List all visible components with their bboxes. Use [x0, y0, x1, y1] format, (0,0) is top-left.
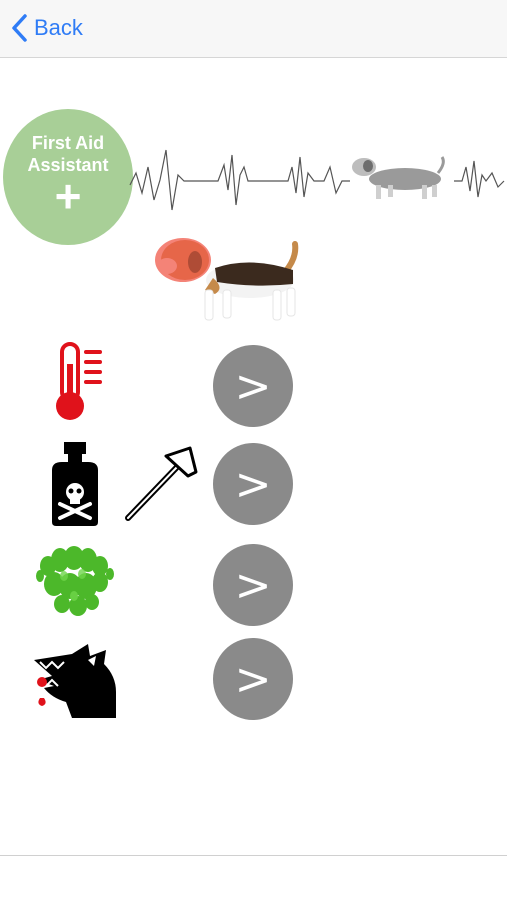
chevron-left-icon	[12, 14, 27, 42]
vomit-icon	[36, 546, 114, 616]
heartbeat-line-icon	[129, 149, 505, 211]
dog-bite-go-button[interactable]: >	[213, 638, 293, 720]
bottom-divider	[0, 855, 507, 856]
logo-plus: +	[54, 170, 82, 222]
logo-title-line-1: First Aid	[31, 133, 105, 153]
poison-go-button[interactable]: >	[213, 443, 293, 525]
back-button[interactable]: Back	[10, 10, 83, 46]
first-aid-logo: First Aid Assistant +	[3, 109, 133, 245]
back-label: Back	[34, 15, 83, 40]
beagle-dog-icon	[155, 238, 299, 321]
thermometer-go-button[interactable]: >	[213, 345, 293, 427]
thermometer-icon	[56, 342, 102, 420]
nail-icon	[125, 446, 198, 521]
poison-bottle-icon	[52, 442, 98, 526]
navigation-bar: Back	[0, 0, 507, 58]
dog-bite-icon	[34, 644, 116, 718]
small-dog-icon	[352, 156, 445, 199]
vomit-go-button[interactable]: >	[213, 544, 293, 626]
